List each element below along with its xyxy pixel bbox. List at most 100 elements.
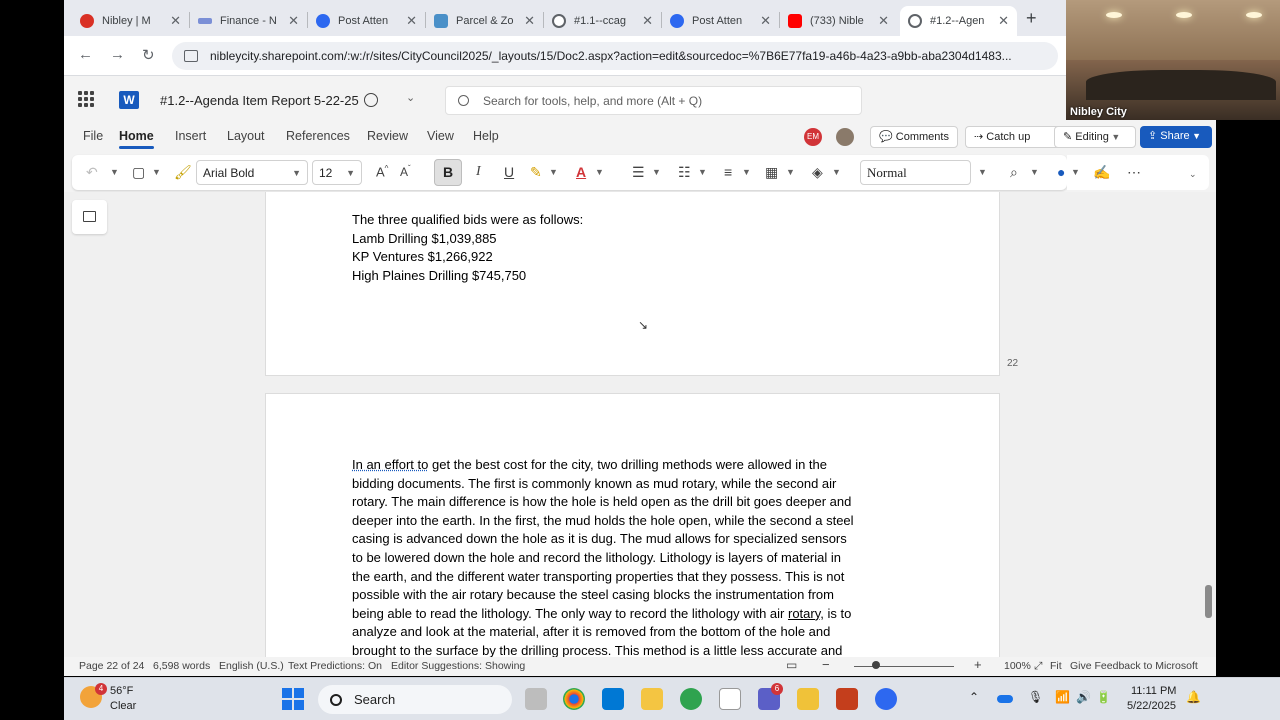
site-info-icon[interactable]: [184, 50, 198, 62]
close-icon[interactable]: ✕: [760, 13, 771, 29]
bullets-icon[interactable]: ☰: [632, 164, 645, 181]
editing-mode-button[interactable]: ✎ Editing ▼: [1054, 126, 1136, 148]
browser-tab[interactable]: #1.1--ccag ✕: [544, 6, 661, 36]
chevron-down-icon[interactable]: ▼: [978, 167, 987, 177]
url-input[interactable]: nibleycity.sharepoint.com/:w:/r/sites/Ci…: [172, 42, 1058, 70]
tab-file[interactable]: File: [83, 129, 103, 143]
document-title[interactable]: #1.2--Agenda Item Report 5-22-25: [160, 93, 359, 108]
chevron-down-icon[interactable]: ▼: [110, 167, 119, 177]
feedback-link[interactable]: Give Feedback to Microsoft: [1070, 660, 1198, 672]
file-explorer-icon[interactable]: [641, 688, 663, 710]
microphone-icon[interactable]: 🎙: [1028, 690, 1043, 704]
undo-icon[interactable]: ↶: [86, 164, 98, 181]
close-icon[interactable]: ✕: [170, 13, 181, 29]
close-icon[interactable]: ✕: [642, 13, 653, 29]
chevron-down-icon[interactable]: ▼: [698, 167, 707, 177]
vertical-scrollbar[interactable]: [1205, 585, 1212, 618]
forward-icon[interactable]: →: [110, 46, 125, 63]
back-icon[interactable]: ←: [78, 46, 93, 63]
chrome-icon[interactable]: [563, 688, 585, 710]
zoom-out-icon[interactable]: −: [822, 657, 830, 672]
tab-home[interactable]: Home: [119, 129, 154, 149]
font-color-icon[interactable]: A: [576, 164, 586, 180]
new-tab-icon[interactable]: +: [1026, 8, 1037, 29]
chevron-down-icon[interactable]: ▼: [742, 167, 751, 177]
chevron-down-icon[interactable]: ▼: [1071, 167, 1080, 177]
comments-button[interactable]: 💬 Comments: [870, 126, 958, 148]
tab-view[interactable]: View: [427, 129, 454, 143]
text-predictions-status[interactable]: Text Predictions: On: [288, 660, 382, 672]
browser-tab[interactable]: Post Atten ✕: [662, 6, 779, 36]
shrink-font-icon[interactable]: Aˇ: [400, 164, 411, 179]
saved-status-icon[interactable]: [364, 93, 378, 107]
avatar[interactable]: [836, 128, 854, 146]
share-button[interactable]: ⇪ Share ▼: [1140, 126, 1212, 148]
browser-tab[interactable]: (733) Nible ✕: [780, 6, 897, 36]
borders-icon[interactable]: ▦: [765, 164, 778, 181]
avatar[interactable]: EM: [804, 128, 822, 146]
browser-tab-active[interactable]: #1.2--Agen ✕: [900, 6, 1017, 36]
catch-up-button[interactable]: ⇢ Catch up: [965, 126, 1067, 148]
volume-icon[interactable]: 🔊: [1076, 690, 1091, 704]
taskbar-search[interactable]: Search: [318, 685, 512, 714]
close-icon[interactable]: ✕: [524, 13, 535, 29]
notifications-icon[interactable]: 🔔: [1186, 690, 1201, 704]
spelling-suggestion[interactable]: In an effort to: [352, 457, 428, 472]
browser-tab[interactable]: Finance - N ✕: [190, 6, 307, 36]
document-page[interactable]: In an effort to get the best cost for th…: [265, 393, 1000, 657]
clock-date[interactable]: 5/22/2025: [1127, 700, 1176, 712]
chevron-down-icon[interactable]: ▼: [152, 167, 161, 177]
chevron-down-icon[interactable]: ⌄: [406, 91, 415, 104]
underline-button[interactable]: U: [504, 164, 514, 180]
navigation-pane-button[interactable]: [72, 200, 107, 234]
grow-font-icon[interactable]: A^: [376, 164, 388, 179]
weather-desc[interactable]: Clear: [110, 700, 136, 712]
fit-icon[interactable]: ⤢: [1034, 660, 1042, 673]
page-count[interactable]: Page 22 of 24: [79, 660, 144, 672]
font-name-select[interactable]: Arial Bold ▼: [196, 160, 308, 185]
dictate-icon[interactable]: ●: [1057, 164, 1065, 180]
chevron-down-icon[interactable]: ▼: [786, 167, 795, 177]
browser-tab[interactable]: Post Atten ✕: [308, 6, 425, 36]
browser-tab[interactable]: Parcel & Zo ✕: [426, 6, 543, 36]
clock-time[interactable]: 11:11 PM: [1131, 685, 1176, 697]
zoom-icon[interactable]: [875, 688, 897, 710]
onedrive-icon[interactable]: [997, 695, 1013, 703]
close-icon[interactable]: ✕: [288, 13, 299, 29]
format-painter-icon[interactable]: 🖌: [174, 164, 192, 181]
chevron-down-icon[interactable]: ▼: [595, 167, 604, 177]
close-icon[interactable]: ✕: [998, 13, 1009, 29]
focus-mode-icon[interactable]: ▭: [786, 658, 797, 672]
windows-start-icon[interactable]: [282, 688, 304, 710]
language-status[interactable]: English (U.S.): [219, 660, 284, 672]
word-logo-icon[interactable]: W: [119, 91, 139, 109]
zoom-slider-thumb[interactable]: [872, 661, 880, 669]
shading-icon[interactable]: ◈: [812, 164, 823, 181]
chevron-down-icon[interactable]: ▼: [549, 167, 558, 177]
sticky-notes-icon[interactable]: [797, 688, 819, 710]
zoom-in-icon[interactable]: +: [974, 657, 982, 672]
calculator-icon[interactable]: [719, 688, 741, 710]
tab-layout[interactable]: Layout: [227, 129, 265, 143]
task-view-icon[interactable]: [525, 688, 547, 710]
weather-temp[interactable]: 56°F: [110, 685, 133, 697]
find-icon[interactable]: ⌕: [1010, 164, 1018, 181]
battery-icon[interactable]: 🔋: [1096, 690, 1111, 704]
tab-insert[interactable]: Insert: [175, 129, 206, 143]
word-count[interactable]: 6,598 words: [153, 660, 210, 672]
powerpoint-icon[interactable]: [836, 688, 858, 710]
chevron-down-icon[interactable]: ▼: [832, 167, 841, 177]
style-select[interactable]: Normal: [860, 160, 971, 185]
zoom-slider[interactable]: [854, 666, 954, 667]
chevron-down-icon[interactable]: ▼: [1030, 167, 1039, 177]
chevron-down-icon[interactable]: ▼: [652, 167, 661, 177]
paste-icon[interactable]: ▢: [132, 164, 145, 181]
document-page[interactable]: The three qualified bids were as follows…: [265, 192, 1000, 376]
app-launcher-icon[interactable]: [78, 91, 94, 107]
editor-suggestions-status[interactable]: Editor Suggestions: Showing: [391, 660, 525, 672]
outlook-icon[interactable]: [602, 688, 624, 710]
expand-ribbon-icon[interactable]: ⌄: [1189, 169, 1197, 180]
tab-references[interactable]: References: [286, 129, 350, 143]
bold-button[interactable]: B: [434, 159, 462, 186]
editor-icon[interactable]: ✍: [1093, 164, 1110, 181]
